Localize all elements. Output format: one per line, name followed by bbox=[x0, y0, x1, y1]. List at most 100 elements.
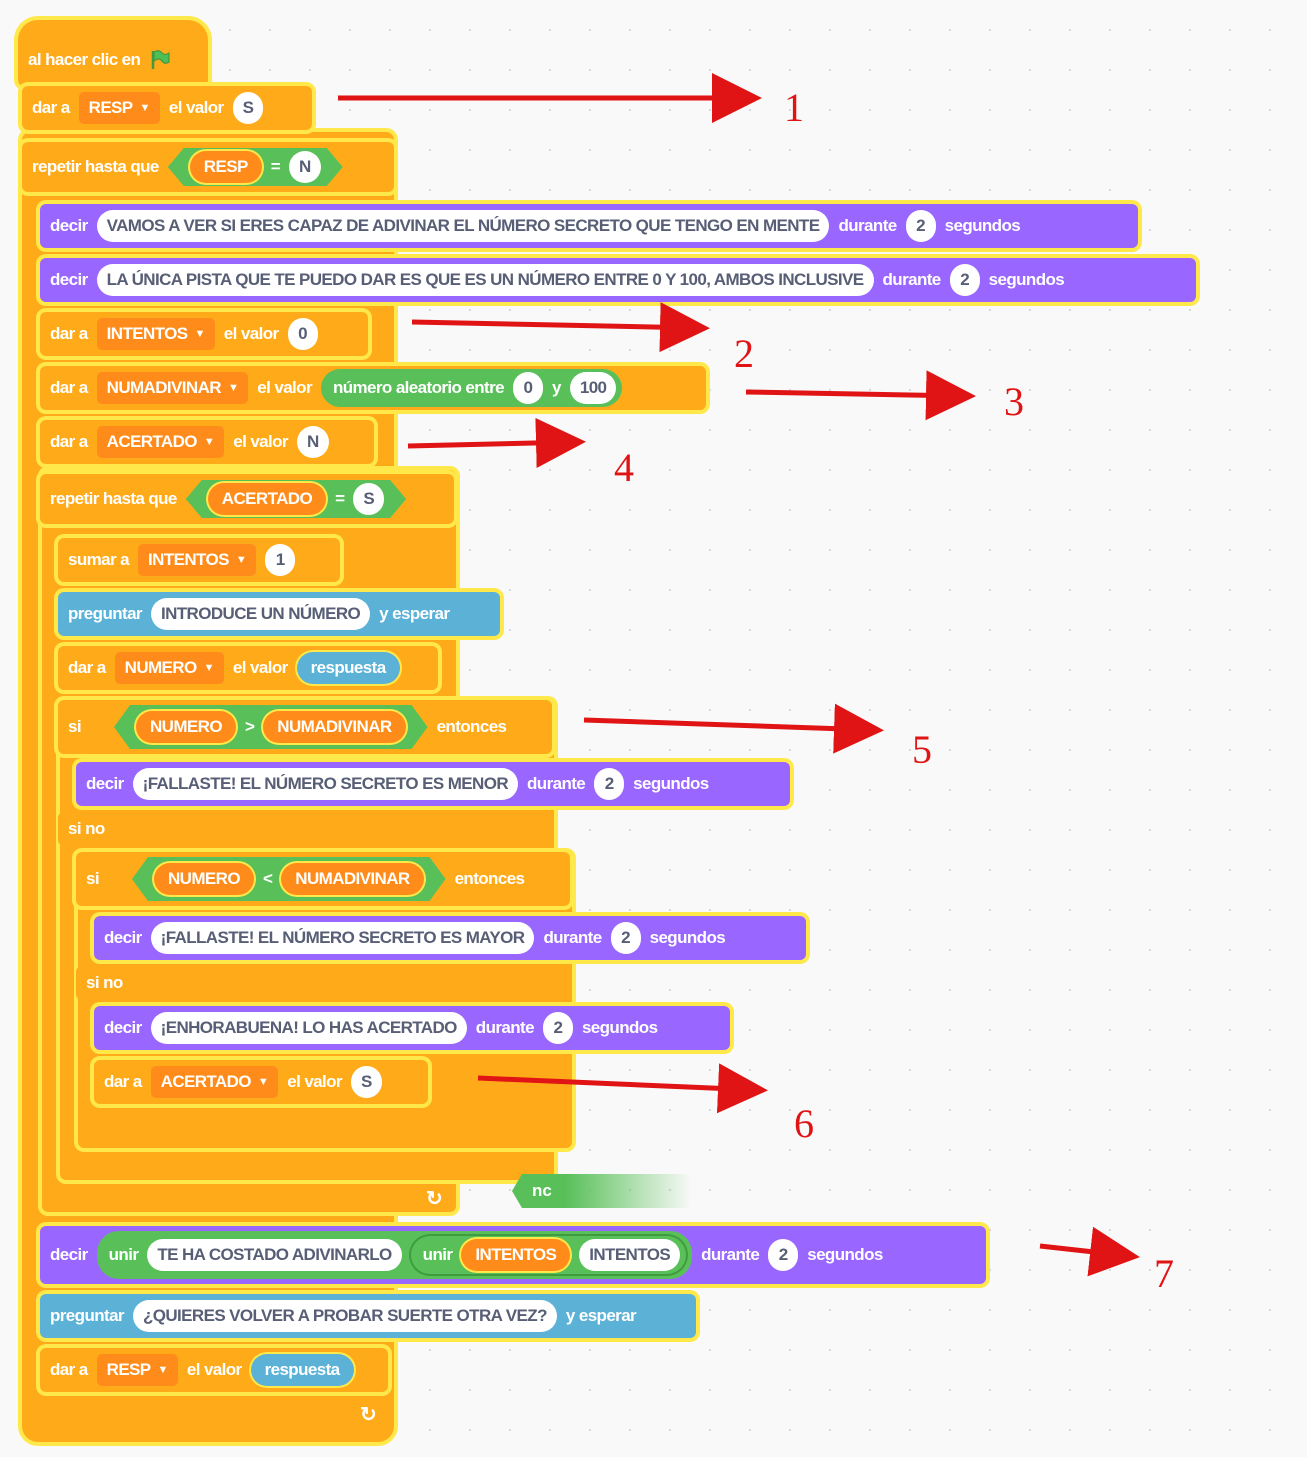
compare-value-input[interactable]: S bbox=[353, 483, 384, 515]
chevron-down-icon: ▼ bbox=[203, 662, 215, 674]
and-label: y bbox=[551, 378, 561, 397]
message-input[interactable]: ¡ENHORABUENA! LO HAS ACERTADO bbox=[150, 1012, 467, 1044]
arrow-5 bbox=[583, 703, 884, 754]
seconds-input[interactable]: 2 bbox=[949, 264, 980, 296]
less-than-condition[interactable]: NUMERO < NUMADIVINAR bbox=[132, 857, 446, 901]
variable-dropdown[interactable]: NUMERO ▼ bbox=[114, 652, 224, 684]
answer-reporter[interactable]: respuesta bbox=[250, 1354, 354, 1386]
intentos-reporter[interactable]: INTENTOS bbox=[461, 1239, 571, 1271]
numadivinar-reporter[interactable]: NUMADIVINAR bbox=[281, 863, 423, 895]
seconds-input[interactable]: 2 bbox=[594, 768, 625, 800]
variable-name: INTENTOS bbox=[106, 324, 188, 343]
join-text-input[interactable]: TE HA COSTADO ADIVINARLO bbox=[147, 1239, 402, 1271]
seconds-label: segundos bbox=[988, 270, 1065, 289]
join-reporter-inner[interactable]: unir INTENTOS INTENTOS bbox=[410, 1236, 687, 1274]
set-label: dar a bbox=[50, 378, 88, 397]
say-block-1[interactable]: decir VAMOS A VER SI ERES CAPAZ DE ADIVI… bbox=[40, 204, 1138, 248]
greater-than-condition[interactable]: NUMERO > NUMADIVINAR bbox=[114, 705, 428, 749]
change-intentos-block[interactable]: sumar a INTENTOS ▼ 1 bbox=[58, 538, 340, 582]
chevron-down-icon: ▼ bbox=[257, 1076, 269, 1088]
chevron-down-icon: ▼ bbox=[194, 328, 205, 340]
value-input[interactable]: 0 bbox=[287, 318, 318, 350]
ask-label: preguntar bbox=[50, 1306, 125, 1325]
acertado-reporter[interactable]: ACERTADO bbox=[208, 483, 326, 515]
numadivinar-reporter[interactable]: NUMADIVINAR bbox=[263, 711, 405, 743]
compare-value-input[interactable]: N bbox=[289, 151, 321, 183]
equals-condition[interactable]: RESP = N bbox=[168, 148, 343, 186]
value-input[interactable]: S bbox=[232, 92, 264, 124]
join-text-input-2[interactable]: INTENTOS bbox=[579, 1239, 681, 1271]
value-label: el valor bbox=[168, 98, 224, 117]
chevron-down-icon: ▼ bbox=[227, 382, 239, 394]
set-acertado-s-block[interactable]: dar a ACERTADO ▼ el valor S bbox=[94, 1060, 428, 1104]
repeat-until-outer-header[interactable]: repetir hasta que RESP = N bbox=[22, 142, 394, 192]
annotation-number-2: 2 bbox=[734, 331, 754, 376]
for-label: durante bbox=[882, 270, 942, 289]
if-else-2-header[interactable]: si NUMERO < NUMADIVINAR entonces bbox=[76, 852, 570, 906]
set-label: dar a bbox=[50, 324, 88, 343]
change-value-input[interactable]: 1 bbox=[265, 544, 296, 576]
value-input[interactable]: N bbox=[296, 426, 329, 458]
say-menor-block[interactable]: decir ¡FALLASTE! EL NÚMERO SECRETO ES ME… bbox=[76, 762, 790, 806]
set-resp-block[interactable]: dar a RESP ▼ el valor S bbox=[22, 86, 312, 130]
variable-dropdown[interactable]: RESP ▼ bbox=[96, 1354, 178, 1386]
say-enhorabuena-block[interactable]: decir ¡ENHORABUENA! LO HAS ACERTADO dura… bbox=[94, 1006, 730, 1050]
answer-reporter[interactable]: respuesta bbox=[296, 652, 400, 684]
message-input[interactable]: VAMOS A VER SI ERES CAPAZ DE ADIVINAR EL… bbox=[96, 210, 830, 242]
resp-reporter[interactable]: RESP bbox=[190, 151, 262, 183]
value-label: el valor bbox=[186, 1360, 242, 1379]
ask-and-wait-block-2[interactable]: preguntar ¿QUIERES VOLVER A PROBAR SUERT… bbox=[40, 1294, 696, 1338]
value-label: el valor bbox=[233, 432, 288, 451]
set-intentos-block[interactable]: dar a INTENTOS ▼ el valor 0 bbox=[40, 312, 368, 356]
say-join-block[interactable]: decir unir TE HA COSTADO ADIVINARLO unir… bbox=[40, 1226, 986, 1284]
set-numero-block[interactable]: dar a NUMERO ▼ el valor respuesta bbox=[58, 646, 438, 690]
say-block-2[interactable]: decir LA ÚNICA PISTA QUE TE PUEDO DAR ES… bbox=[40, 258, 1196, 302]
if-else-1-header[interactable]: si NUMERO > NUMADIVINAR entonces bbox=[58, 700, 552, 754]
set-label: dar a bbox=[50, 432, 88, 451]
when-flag-clicked-block[interactable]: al hacer clic en bbox=[18, 20, 208, 86]
message-input[interactable]: ¡FALLASTE! EL NÚMERO SECRETO ES MAYOR bbox=[150, 922, 535, 954]
seconds-input[interactable]: 2 bbox=[542, 1012, 573, 1044]
repeat-until-inner-header[interactable]: repetir hasta que ACERTADO = S bbox=[40, 474, 454, 524]
say-mayor-block[interactable]: decir ¡FALLASTE! EL NÚMERO SECRETO ES MA… bbox=[94, 916, 806, 960]
stray-block[interactable]: nc bbox=[512, 1174, 692, 1208]
value-label: el valor bbox=[287, 1072, 342, 1091]
variable-dropdown[interactable]: INTENTOS ▼ bbox=[138, 544, 257, 576]
variable-dropdown[interactable]: ACERTADO ▼ bbox=[96, 426, 225, 458]
question-input[interactable]: INTRODUCE UN NÚMERO bbox=[150, 598, 371, 630]
else-label: si no bbox=[68, 819, 105, 838]
value-input[interactable]: S bbox=[350, 1066, 382, 1098]
then-label: entonces bbox=[436, 717, 507, 736]
variable-dropdown[interactable]: ACERTADO ▼ bbox=[150, 1066, 279, 1098]
variable-dropdown[interactable]: RESP ▼ bbox=[78, 92, 160, 124]
chevron-down-icon: ▼ bbox=[235, 554, 247, 566]
arrow-2 bbox=[411, 302, 710, 353]
random-from-input[interactable]: 0 bbox=[512, 372, 543, 404]
variable-dropdown[interactable]: INTENTOS ▼ bbox=[96, 318, 215, 350]
seconds-input[interactable]: 2 bbox=[768, 1239, 799, 1271]
variable-name: RESP bbox=[88, 98, 134, 117]
question-input[interactable]: ¿QUIERES VOLVER A PROBAR SUERTE OTRA VEZ… bbox=[132, 1300, 557, 1332]
equals-operator: = bbox=[270, 157, 281, 176]
random-to-input[interactable]: 100 bbox=[569, 372, 617, 404]
set-acertado-block[interactable]: dar a ACERTADO ▼ el valor N bbox=[40, 420, 374, 464]
message-input[interactable]: LA ÚNICA PISTA QUE TE PUEDO DAR ES QUE E… bbox=[96, 264, 874, 296]
variable-dropdown[interactable]: NUMADIVINAR ▼ bbox=[96, 372, 249, 404]
numero-reporter[interactable]: NUMERO bbox=[136, 711, 236, 743]
message-input[interactable]: ¡FALLASTE! EL NÚMERO SECRETO ES MENOR bbox=[132, 768, 519, 800]
repeat-label: repetir hasta que bbox=[32, 157, 159, 176]
seconds-input[interactable]: 2 bbox=[905, 210, 936, 242]
seconds-input[interactable]: 2 bbox=[610, 922, 641, 954]
ask-and-wait-block-1[interactable]: preguntar INTRODUCE UN NÚMERO y esperar bbox=[58, 592, 500, 636]
seconds-label: segundos bbox=[581, 1018, 658, 1037]
random-number-reporter[interactable]: número aleatorio entre 0 y 100 bbox=[320, 369, 623, 407]
arrow-4 bbox=[407, 417, 586, 468]
value-label: el valor bbox=[257, 378, 312, 397]
set-resp-answer-block[interactable]: dar a RESP ▼ el valor respuesta bbox=[40, 1348, 388, 1392]
equals-condition[interactable]: ACERTADO = S bbox=[186, 480, 406, 518]
set-numadivinar-block[interactable]: dar a NUMADIVINAR ▼ el valor número aleat… bbox=[40, 366, 706, 410]
chevron-down-icon: ▼ bbox=[139, 102, 151, 114]
arrow-3 bbox=[745, 370, 976, 421]
join-reporter-outer[interactable]: unir TE HA COSTADO ADIVINARLO unir INTEN… bbox=[96, 1231, 693, 1279]
numero-reporter[interactable]: NUMERO bbox=[154, 863, 254, 895]
